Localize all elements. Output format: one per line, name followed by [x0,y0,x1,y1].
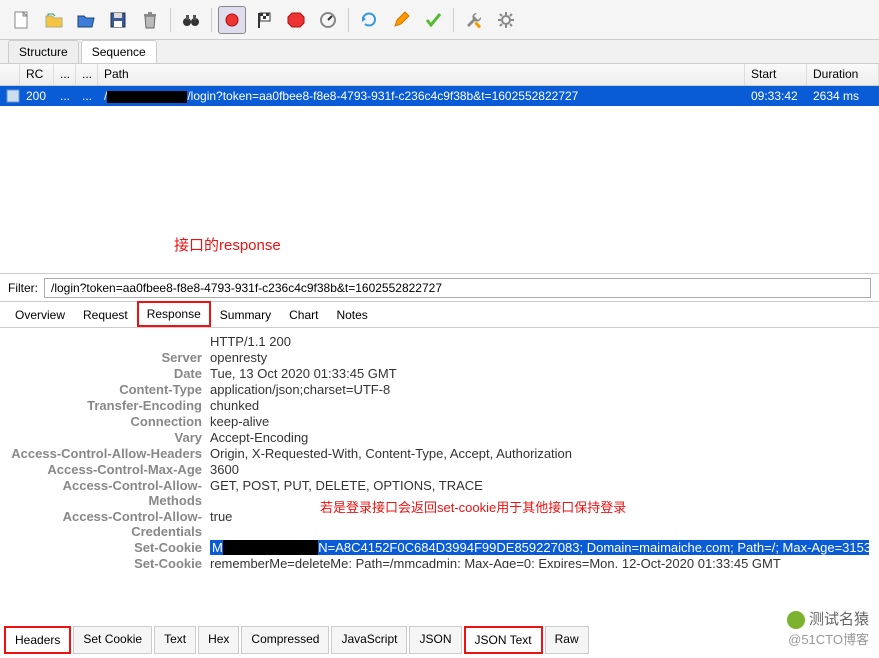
hdr-acah-k: Access-Control-Allow-Headers [10,446,210,461]
hdr-acma-k: Access-Control-Max-Age [10,462,210,477]
view-tabs: Structure Sequence [0,40,879,64]
table-row[interactable]: 200 ... ... //login?token=aa0fbee8-f8e8-… [0,86,879,106]
hdr-vary-v: Accept-Encoding [210,430,869,445]
cell-method: ... [54,87,76,105]
throttle-icon[interactable] [314,6,342,34]
filter-label: Filter: [8,281,38,295]
btab-json[interactable]: JSON [409,626,461,654]
hdr-acac-k: Access-Control-Allow-Credentials [10,509,210,539]
edit-icon[interactable] [387,6,415,34]
open-folder-icon[interactable] [72,6,100,34]
hdr-tenc-k: Transfer-Encoding [10,398,210,413]
refresh-icon[interactable] [355,6,383,34]
request-grid-header: RC ... ... Path Start Duration [0,64,879,86]
btab-setcookie[interactable]: Set Cookie [73,626,152,654]
new-icon[interactable] [8,6,36,34]
request-grid[interactable]: 200 ... ... //login?token=aa0fbee8-f8e8-… [0,86,879,274]
cell-duration: 2634 ms [807,87,879,105]
hdr-acam-k: Access-Control-Allow-Methods [10,478,210,508]
tab-sequence[interactable]: Sequence [81,40,157,63]
col-method[interactable]: ... [54,64,76,85]
col-duration[interactable]: Duration [807,64,879,85]
tab-request[interactable]: Request [74,303,137,327]
record-icon[interactable] [218,6,246,34]
col-rc[interactable]: RC [20,64,54,85]
hdr-setcookie1-k: Set-Cookie [10,540,210,555]
response-view-tabs: Headers Set Cookie Text Hex Compressed J… [4,626,589,654]
btab-headers[interactable]: Headers [4,626,71,654]
hdr-conn-k: Connection [10,414,210,429]
status-line: HTTP/1.1 200 [210,334,869,349]
gear-icon[interactable] [492,6,520,34]
filter-input[interactable] [44,278,871,298]
cell-host: ... [76,87,98,105]
hdr-server-k: Server [10,350,210,365]
trash-icon[interactable] [136,6,164,34]
watermark: 测试名猿 @51CTO博客 [787,608,869,648]
hdr-acah-v: Origin, X-Requested-With, Content-Type, … [210,446,869,461]
save-icon[interactable] [104,6,132,34]
tab-response[interactable]: Response [137,301,211,327]
btab-hex[interactable]: Hex [198,626,239,654]
hdr-conn-v: keep-alive [210,414,869,429]
tab-summary[interactable]: Summary [211,303,280,327]
tab-notes[interactable]: Notes [327,303,376,327]
hdr-tenc-v: chunked [210,398,869,413]
finish-flag-icon[interactable] [250,6,278,34]
wechat-icon [787,611,805,629]
hdr-date-v: Tue, 13 Oct 2020 01:33:45 GMT [210,366,869,381]
col-start[interactable]: Start [745,64,807,85]
stop-icon[interactable] [282,6,310,34]
col-host[interactable]: ... [76,64,98,85]
tools-icon[interactable] [460,6,488,34]
tab-structure[interactable]: Structure [8,40,79,63]
cell-rc: 200 [20,87,54,105]
main-toolbar [0,0,879,40]
hdr-date-k: Date [10,366,210,381]
tab-chart[interactable]: Chart [280,303,327,327]
col-path[interactable]: Path [98,64,745,85]
hdr-setcookie1-v: MXXXXXXXXXXXN=A8C4152F0C684D3994F99DE859… [210,540,869,555]
hdr-vary-k: Vary [10,430,210,445]
hdr-acac-v: true [210,509,869,539]
response-headers-panel[interactable]: HTTP/1.1 200 Serveropenresty DateTue, 13… [0,328,879,568]
btab-compressed[interactable]: Compressed [241,626,329,654]
hdr-server-v: openresty [210,350,869,365]
hdr-ctype-v: application/json;charset=UTF-8 [210,382,869,397]
hdr-setcookie2-k: Set-Cookie [10,556,210,568]
btab-text[interactable]: Text [154,626,196,654]
detail-tabs: Overview Request Response Summary Chart … [0,302,879,328]
btab-jsontext[interactable]: JSON Text [464,626,543,654]
filter-row: Filter: [0,274,879,302]
hdr-acma-v: 3600 [210,462,869,477]
hdr-setcookie2-v: rememberMe=deleteMe; Path=/mmcadmin; Max… [210,556,869,568]
hdr-acam-v: GET, POST, PUT, DELETE, OPTIONS, TRACE [210,478,869,508]
cell-start: 09:33:42 [745,87,807,105]
response-icon [6,89,20,103]
btab-raw[interactable]: Raw [545,626,589,654]
btab-javascript[interactable]: JavaScript [331,626,407,654]
binoculars-icon[interactable] [177,6,205,34]
open-icon[interactable] [40,6,68,34]
hdr-ctype-k: Content-Type [10,382,210,397]
tab-overview[interactable]: Overview [6,303,74,327]
check-icon[interactable] [419,6,447,34]
cell-path: //login?token=aa0fbee8-f8e8-4793-931f-c2… [98,87,745,105]
